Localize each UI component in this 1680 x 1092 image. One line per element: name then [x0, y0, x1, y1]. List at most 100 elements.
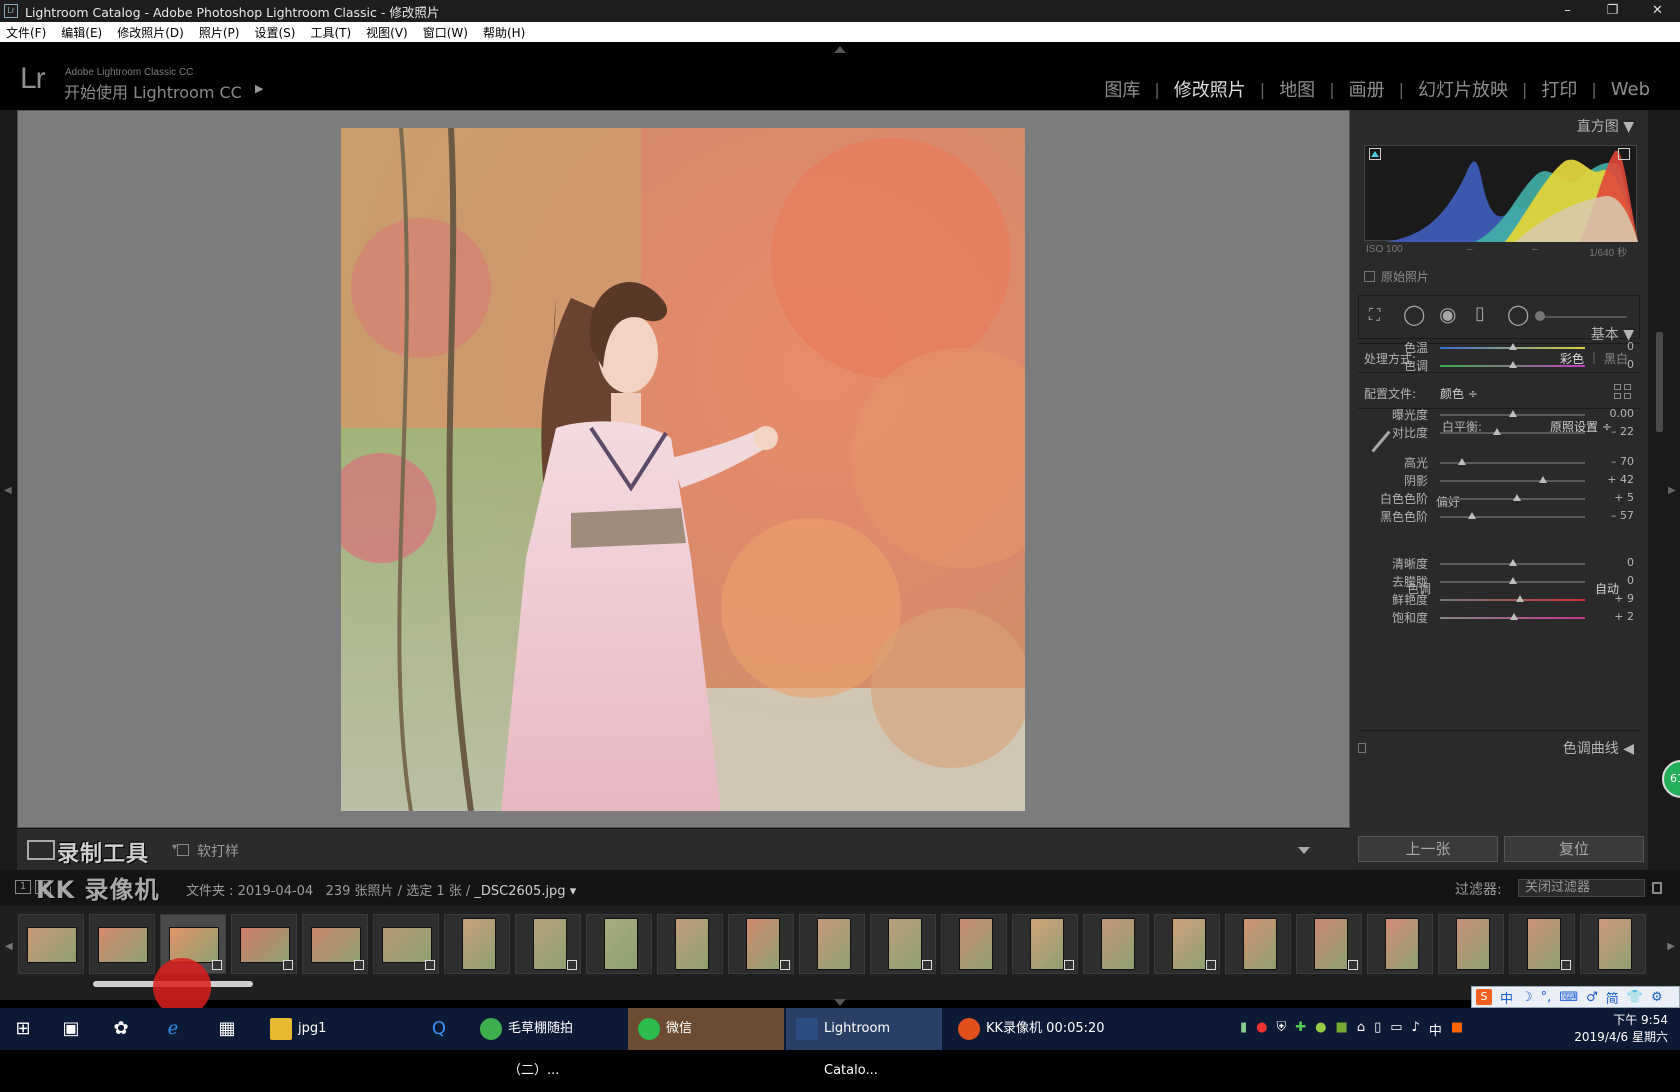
- slider-knob[interactable]: [1515, 595, 1524, 602]
- taskbar-app-wechat[interactable]: 微信: [628, 1008, 784, 1050]
- ime-settings-icon[interactable]: ⚙: [1651, 990, 1663, 1005]
- slider-track[interactable]: [1440, 494, 1585, 501]
- slider-value[interactable]: 0: [1627, 358, 1634, 371]
- filmstrip-thumbnail[interactable]: [1225, 914, 1291, 974]
- play-arrow-icon[interactable]: ▶: [255, 82, 263, 95]
- slider-value[interactable]: 0: [1627, 340, 1634, 353]
- previous-button[interactable]: 上一张: [1358, 836, 1498, 862]
- tone-curve-header[interactable]: 色调曲线 ◀: [1563, 738, 1634, 758]
- filmstrip-thumbnail[interactable]: [941, 914, 1007, 974]
- tone-curve-toggle-icon[interactable]: [1358, 743, 1366, 753]
- store-icon[interactable]: ▦: [216, 1018, 238, 1040]
- slider-knob[interactable]: [1508, 410, 1517, 417]
- slider-knob[interactable]: [1508, 577, 1517, 584]
- display-icon[interactable]: ▭: [1390, 1020, 1402, 1039]
- slider-track[interactable]: [1440, 595, 1585, 602]
- highlight-clipping-icon[interactable]: [1618, 148, 1630, 160]
- original-photo-toggle[interactable]: 原始照片: [1364, 268, 1429, 285]
- radial-filter-icon[interactable]: ◯: [1507, 302, 1529, 326]
- taskbar-app-jpg1[interactable]: jpg1: [260, 1008, 420, 1050]
- histogram[interactable]: [1364, 145, 1638, 242]
- sogou-logo-icon[interactable]: S: [1476, 989, 1492, 1005]
- brand-get-started[interactable]: 开始使用 Lightroom CC: [64, 79, 242, 103]
- expand-left-icon[interactable]: ◀: [4, 485, 12, 496]
- network-icon[interactable]: ⌂: [1357, 1020, 1365, 1039]
- filter-lock-icon[interactable]: [1652, 882, 1662, 894]
- slider-track[interactable]: [1440, 613, 1585, 620]
- slider-value[interactable]: + 42: [1607, 473, 1634, 486]
- spot-removal-icon[interactable]: ◯: [1403, 302, 1425, 326]
- filmstrip-left-arrow-icon[interactable]: ◀: [5, 941, 13, 952]
- module-slideshow[interactable]: 幻灯片放映: [1404, 76, 1522, 102]
- filmstrip-thumbnail[interactable]: [18, 914, 84, 974]
- ime-simplified[interactable]: 简: [1606, 988, 1619, 1007]
- menu-edit[interactable]: 编辑(E): [61, 24, 102, 41]
- slider-track[interactable]: [1440, 361, 1585, 368]
- pinwheel-app-icon[interactable]: ✿: [110, 1018, 132, 1040]
- antivirus-icon[interactable]: ●: [1256, 1020, 1267, 1039]
- slider-value[interactable]: 0: [1627, 574, 1634, 587]
- filmstrip-thumbnail[interactable]: [1580, 914, 1646, 974]
- menu-develop[interactable]: 修改照片(D): [117, 24, 184, 41]
- filmstrip-thumbnail[interactable]: [231, 914, 297, 974]
- current-filename[interactable]: _DSC2605.jpg ▾: [474, 884, 576, 899]
- slider-knob[interactable]: [1508, 559, 1517, 566]
- menu-view[interactable]: 视图(V): [366, 24, 408, 41]
- module-map[interactable]: 地图: [1265, 76, 1329, 102]
- ime-keyboard-icon[interactable]: ⌨: [1559, 990, 1578, 1005]
- filmstrip-thumbnail[interactable]: [1296, 914, 1362, 974]
- ime-punct-icon[interactable]: °,: [1541, 990, 1552, 1005]
- right-panel-scrollbar[interactable]: [1656, 332, 1663, 432]
- nvidia-icon[interactable]: ■: [1336, 1020, 1348, 1039]
- filmstrip-thumbnail[interactable]: [870, 914, 936, 974]
- slider-knob[interactable]: [1467, 512, 1476, 519]
- slider-knob[interactable]: [1508, 343, 1517, 350]
- red-eye-icon[interactable]: ◉: [1439, 302, 1456, 326]
- ie-browser-icon[interactable]: ℯ: [162, 1018, 184, 1040]
- reset-button[interactable]: 复位: [1504, 836, 1644, 862]
- filmstrip-thumbnail[interactable]: [657, 914, 723, 974]
- filmstrip-thumbnail[interactable]: [1438, 914, 1504, 974]
- menu-settings[interactable]: 设置(S): [254, 24, 295, 41]
- primary-window-button[interactable]: 1: [15, 880, 31, 894]
- toolbar-menu-icon[interactable]: [1298, 847, 1310, 854]
- top-panel-toggle-icon[interactable]: [834, 46, 846, 53]
- slider-track[interactable]: [1440, 512, 1585, 519]
- filmstrip-thumbnail[interactable]: [1367, 914, 1433, 974]
- main-photo[interactable]: [341, 128, 1025, 811]
- graduated-filter-icon[interactable]: ▯: [1475, 303, 1485, 324]
- shadow-clipping-icon[interactable]: [1369, 148, 1381, 160]
- taskbar-app-browser[interactable]: 毛草棚随拍（二）...: [470, 1008, 620, 1078]
- filmstrip-source[interactable]: 文件夹 : 2019-04-04 239 张照片 / 选定 1 张 / _DSC…: [186, 880, 576, 899]
- slider-track[interactable]: [1440, 343, 1585, 350]
- slider-value[interactable]: – 22: [1611, 425, 1634, 438]
- slider-value[interactable]: + 5: [1614, 491, 1634, 504]
- slider-track[interactable]: [1440, 559, 1585, 566]
- slider-value[interactable]: + 9: [1614, 592, 1634, 605]
- tray-app-icon[interactable]: ●: [1315, 1020, 1326, 1039]
- slider-value[interactable]: 0: [1627, 556, 1634, 569]
- loupe-view-icon[interactable]: [27, 840, 55, 860]
- treatment-bw[interactable]: 黑白: [1604, 350, 1628, 367]
- brush-size-slider[interactable]: [1535, 311, 1627, 321]
- usb-icon[interactable]: ▯: [1374, 1020, 1381, 1039]
- minimize-button[interactable]: –: [1545, 0, 1590, 22]
- collapse-histogram-icon[interactable]: ▼: [1623, 119, 1634, 135]
- slider-value[interactable]: + 2: [1614, 610, 1634, 623]
- filmstrip-thumbnail[interactable]: [89, 914, 155, 974]
- module-library[interactable]: 图库: [1090, 76, 1154, 102]
- close-button[interactable]: ✕: [1635, 0, 1680, 22]
- slider-value[interactable]: – 70: [1611, 455, 1634, 468]
- menu-photo[interactable]: 照片(P): [199, 24, 240, 41]
- filmstrip-thumbnail[interactable]: [1509, 914, 1575, 974]
- filmstrip-thumbnail[interactable]: [515, 914, 581, 974]
- filmstrip-thumbnail[interactable]: [1154, 914, 1220, 974]
- ime-moon-icon[interactable]: ☽: [1521, 990, 1533, 1005]
- filmstrip-thumbnail[interactable]: [444, 914, 510, 974]
- slider-track[interactable]: [1440, 410, 1585, 417]
- slider-knob[interactable]: [1457, 458, 1466, 465]
- module-web[interactable]: Web: [1597, 79, 1664, 100]
- slider-knob[interactable]: [1538, 476, 1547, 483]
- menu-window[interactable]: 窗口(W): [423, 24, 468, 41]
- slider-track[interactable]: [1440, 428, 1585, 435]
